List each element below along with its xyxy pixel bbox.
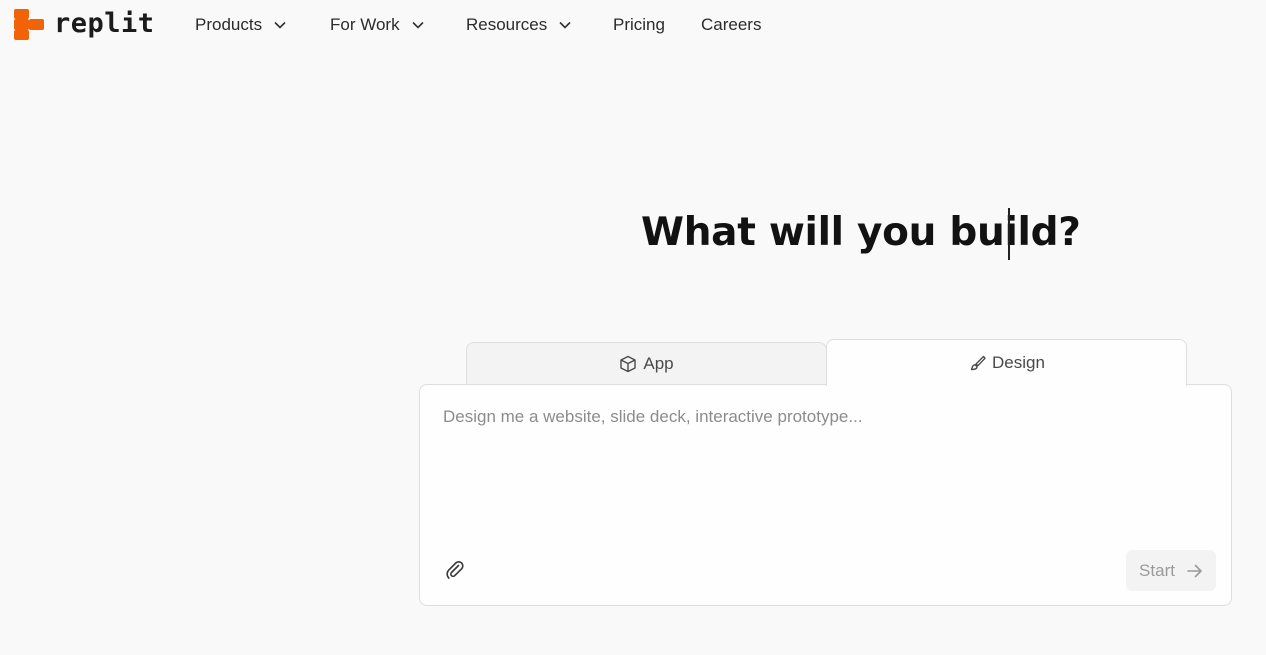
text-caret <box>1008 208 1010 260</box>
nav-pricing[interactable]: Pricing <box>613 14 665 36</box>
nav-for-work-label: For Work <box>330 15 400 34</box>
hero-headline: What will you build? <box>641 210 1081 255</box>
arrow-right-icon <box>1187 564 1202 577</box>
tab-design[interactable]: Design <box>826 339 1187 386</box>
top-navigation: replit Products For Work Resources Prici… <box>0 0 1266 50</box>
replit-logo[interactable]: replit <box>14 8 155 41</box>
prompt-composer: Start <box>419 384 1232 606</box>
nav-careers[interactable]: Careers <box>701 14 761 36</box>
tab-app[interactable]: App <box>466 342 827 385</box>
nav-products-label: Products <box>195 15 263 34</box>
start-button[interactable]: Start <box>1126 550 1216 591</box>
nav-resources[interactable]: Resources <box>466 14 571 36</box>
paperclip-icon <box>446 561 464 579</box>
nav-for-work[interactable]: For Work <box>330 14 424 36</box>
tab-design-label: Design <box>992 353 1045 372</box>
brush-icon <box>970 355 986 371</box>
cube-icon <box>620 355 637 373</box>
nav-products[interactable]: Products <box>195 14 286 36</box>
brand-name: replit <box>54 8 155 39</box>
nav-resources-label: Resources <box>466 15 548 34</box>
attach-button[interactable] <box>444 559 466 581</box>
nav-pricing-label: Pricing <box>613 15 665 34</box>
chevron-down-icon <box>412 21 424 29</box>
start-button-label: Start <box>1139 560 1175 580</box>
nav-careers-label: Careers <box>701 15 762 34</box>
tab-app-label: App <box>643 354 674 373</box>
prompt-input[interactable] <box>443 407 1203 537</box>
replit-logo-icon <box>14 9 44 41</box>
chevron-down-icon <box>559 21 571 29</box>
chevron-down-icon <box>274 21 286 29</box>
